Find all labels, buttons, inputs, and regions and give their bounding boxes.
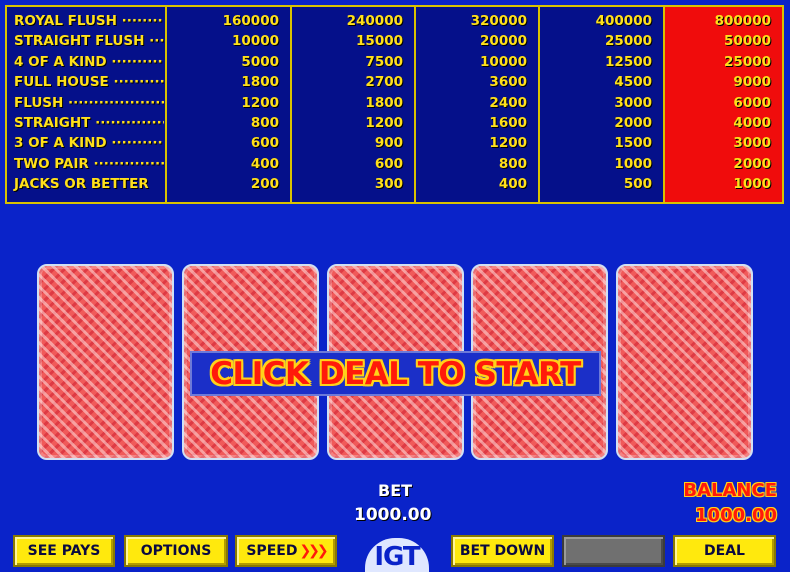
payout-cell: 2400	[489, 94, 527, 111]
payout-cell: 320000	[470, 13, 527, 29]
hand-label: 4 OF A KIND	[14, 53, 107, 70]
payout-cell: 1000	[614, 155, 652, 172]
payout-cell: 4500	[614, 74, 652, 91]
hand-label: FLUSH	[14, 94, 64, 111]
payout-cell: 400000	[595, 13, 652, 29]
paytable: ROYAL FLUSH ········· 160000 240000 320000 4…	[5, 5, 784, 204]
payout-cell: 4000	[733, 115, 771, 131]
see-pays-label: SEE PAYS	[27, 543, 101, 559]
payout-cell: 1800	[241, 74, 279, 91]
paytable-hand-name: STRAIGHT FLUSH ···	[7, 31, 164, 51]
payout-cell: 3000	[733, 135, 771, 152]
bet-down-label: BET DOWN	[459, 543, 546, 559]
hand-leader-dots: ··············	[95, 115, 164, 131]
paytable-hand-name: ROYAL FLUSH ·········	[7, 11, 164, 31]
igt-logo-text: IGT	[374, 542, 420, 572]
hand-label: STRAIGHT FLUSH	[14, 33, 145, 50]
payout-cell: 10000	[480, 53, 527, 70]
payout-cell: 20000	[480, 33, 527, 50]
payout-cell: 25000	[724, 53, 771, 70]
hand-label: 3 OF A KIND	[14, 135, 107, 152]
see-pays-button[interactable]: SEE PAYS	[13, 535, 115, 567]
payout-cell: 800	[250, 115, 279, 131]
hand-leader-dots: ···	[149, 33, 164, 50]
paytable-hand-name: STRAIGHT ··············	[7, 113, 164, 133]
paytable-hand-name: 4 OF A KIND ··········	[7, 52, 164, 72]
payout-cell: 400	[250, 155, 279, 172]
hand-leader-dots: ·········	[121, 13, 164, 29]
payout-cell: 5000	[241, 53, 279, 70]
payout-cell: 600	[374, 155, 403, 172]
payout-cell: 1600	[489, 115, 527, 131]
payout-cell: 1200	[241, 94, 279, 111]
hand-label: JACKS OR BETTER	[14, 176, 149, 193]
payout-cell: 25000	[605, 33, 652, 50]
start-message: CLICK DEAL TO START	[210, 355, 581, 392]
options-button[interactable]: OPTIONS	[124, 535, 228, 567]
payout-cell: 600	[250, 135, 279, 152]
balance-value: 1000.00	[695, 505, 777, 526]
payout-cell: 900	[374, 135, 403, 152]
card-5[interactable]	[616, 264, 753, 460]
payout-cell: 1000	[733, 176, 771, 193]
paytable-hand-name: FULL HOUSE ···········	[7, 72, 164, 92]
deal-button[interactable]: DEAL	[673, 535, 776, 567]
payout-cell: 15000	[356, 33, 403, 50]
payout-cell: 1800	[365, 94, 403, 111]
speed-label: SPEED	[246, 543, 298, 559]
chevrons-right-icon: ❯❯❯	[299, 543, 328, 559]
hand-leader-dots: ··········	[111, 53, 163, 70]
payout-cell: 800000	[714, 13, 771, 29]
payout-cell: 3600	[489, 74, 527, 91]
bet-up-button-disabled[interactable]	[562, 535, 665, 567]
payout-cell: 400	[498, 176, 527, 193]
paytable-hand-name: TWO PAIR ···············	[7, 154, 164, 174]
payout-cell: 240000	[346, 13, 403, 29]
deal-label: DEAL	[704, 543, 745, 559]
hand-leader-dots: ···············	[93, 155, 164, 172]
card-1[interactable]	[37, 264, 174, 460]
payout-cell: 300	[374, 176, 403, 193]
payout-cell: 6000	[733, 94, 771, 111]
payout-cell: 50000	[724, 33, 771, 50]
hand-leader-dots: ···········	[113, 74, 164, 91]
speed-button[interactable]: SPEED ❯❯❯	[235, 535, 337, 567]
payout-cell: 1200	[489, 135, 527, 152]
payout-cell: 2000	[733, 155, 771, 172]
hand-leader-dots: ···········	[111, 135, 164, 152]
payout-cell: 2000	[614, 115, 652, 131]
payout-cell: 10000	[232, 33, 279, 50]
bet-value: 1000.00	[354, 505, 432, 525]
hand-label: STRAIGHT	[14, 115, 91, 131]
payout-cell: 200	[250, 176, 279, 193]
payout-cell: 160000	[222, 13, 279, 29]
payout-cell: 2700	[365, 74, 403, 91]
payout-cell: 800	[498, 155, 527, 172]
paytable-hand-name: FLUSH ·····················	[7, 93, 164, 113]
options-label: OPTIONS	[140, 543, 212, 559]
payout-cell: 500	[623, 176, 652, 193]
payout-cell: 1500	[614, 135, 652, 152]
payout-cell: 1200	[365, 115, 403, 131]
payout-cell: 9000	[733, 74, 771, 91]
payout-cell: 12500	[605, 53, 652, 70]
paytable-hand-name: 3 OF A KIND ···········	[7, 133, 164, 153]
balance-label: BALANCE	[683, 480, 777, 501]
hand-label: FULL HOUSE	[14, 74, 109, 91]
start-message-banner: CLICK DEAL TO START	[190, 351, 601, 396]
hand-leader-dots: ·····················	[68, 94, 164, 111]
hand-label: ROYAL FLUSH	[14, 13, 117, 29]
bet-label: BET	[378, 481, 413, 500]
bet-down-button[interactable]: BET DOWN	[451, 535, 554, 567]
payout-cell: 3000	[614, 94, 652, 111]
paytable-hand-name: JACKS OR BETTER	[7, 174, 164, 194]
payout-cell: 7500	[365, 53, 403, 70]
hand-label: TWO PAIR	[14, 155, 89, 172]
igt-logo: IGT	[365, 538, 429, 572]
